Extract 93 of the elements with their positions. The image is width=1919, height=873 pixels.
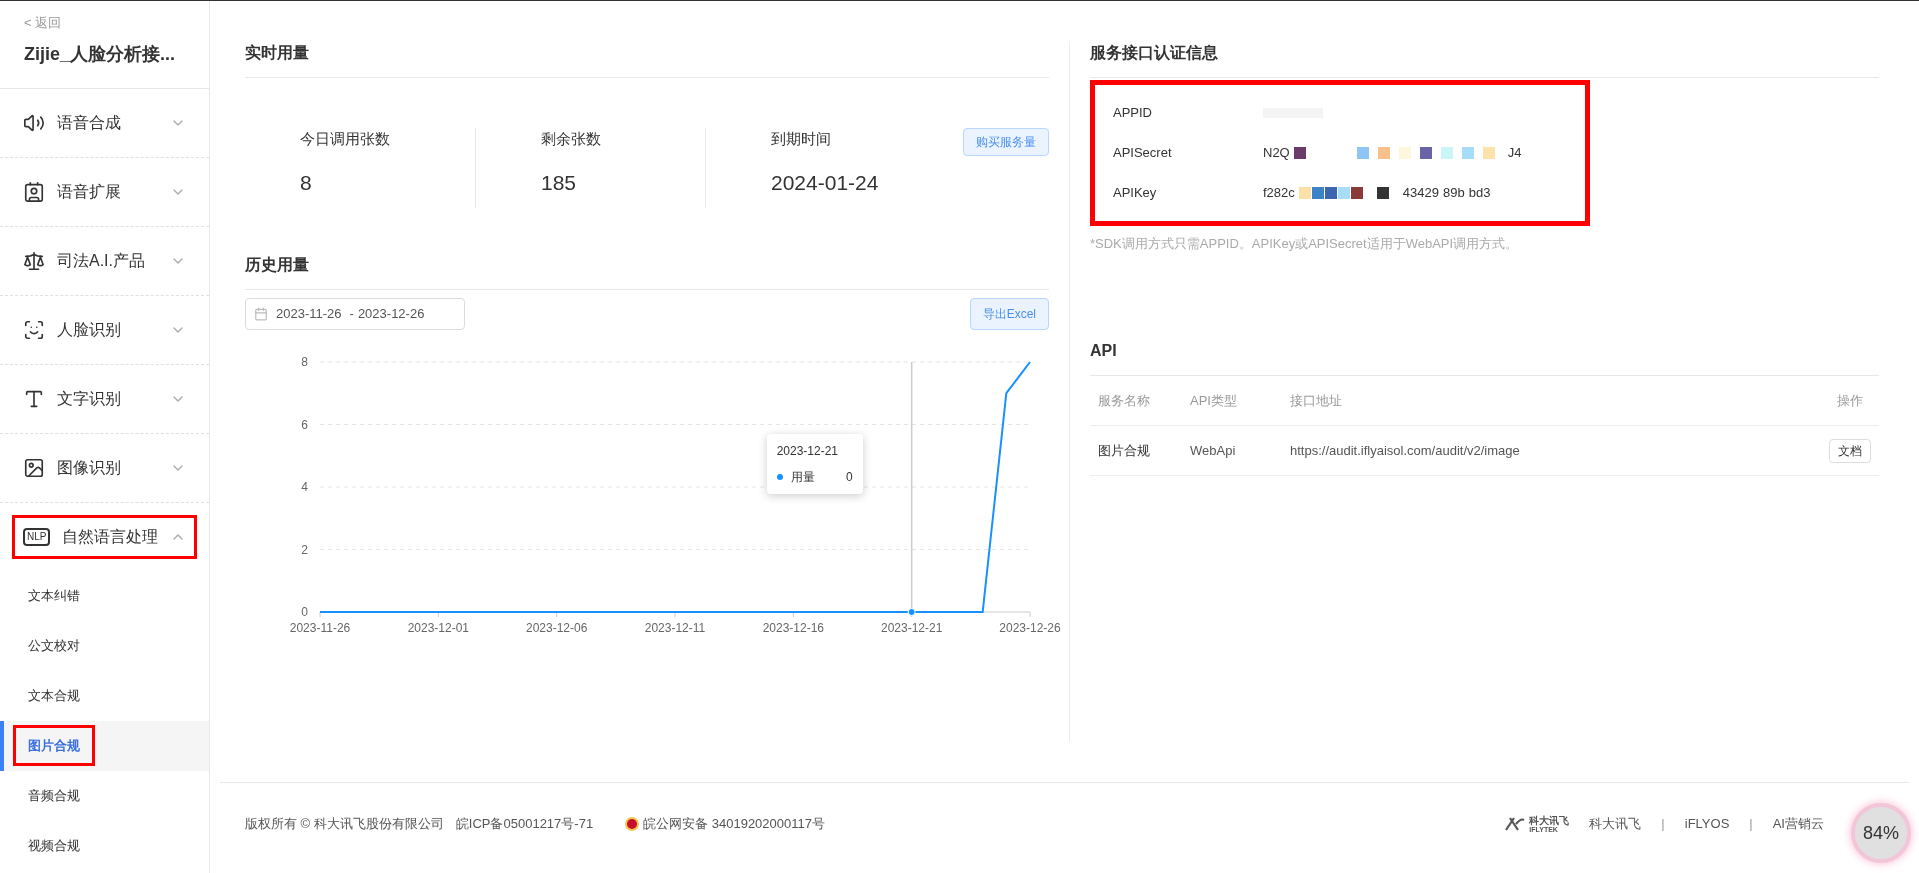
column-header: API类型 (1190, 375, 1290, 426)
calendar-icon (254, 307, 268, 321)
submenu-label: 音频合规 (27, 786, 81, 805)
y-tick-label: 8 (301, 355, 308, 369)
link-separator: | (1749, 815, 1753, 834)
submenu-item[interactable]: 公文校对 (0, 620, 209, 671)
tooltip-value: 0 (845, 469, 853, 486)
date-end: 2023-12-26 (357, 305, 425, 324)
tooltip-series: 用量 (790, 469, 815, 486)
date-separator: - (349, 305, 354, 324)
credential-value-start: N2Q (1263, 144, 1290, 163)
stat-label: 今日调用张数 (300, 129, 391, 149)
credential-label: APPID (1113, 104, 1153, 123)
image-icon (23, 456, 45, 479)
x-tick-label: 2023-12-01 (407, 621, 470, 635)
submenu-item[interactable]: 视频合规 (0, 820, 209, 871)
stat-label: 剩余张数 (541, 129, 602, 149)
menu-group-label: 图像识别 (57, 457, 121, 478)
x-tick-label: 2023-12-16 (762, 621, 825, 635)
app-title: Zijie_人脸分析接... (24, 42, 177, 66)
contact-card-icon (23, 180, 45, 203)
table-cell: https://audit.iflyaisol.com/audit/v2/image (1290, 425, 1774, 476)
date-range-field[interactable]: 2023-11-26 - 2023-12-26 (245, 298, 465, 330)
logo-mark-icon (1505, 817, 1526, 831)
stat-value: 2024-01-24 (771, 169, 880, 196)
footer-link[interactable]: iFLYOS (1684, 814, 1730, 834)
menu-group-label: 文字识别 (57, 388, 121, 409)
hover-point (907, 608, 916, 616)
logo-text: 科大讯飞 (1529, 815, 1570, 826)
credential-value-part: bd3 (1468, 184, 1491, 203)
menu-group-label: 语音扩展 (57, 181, 121, 202)
submenu-label: 文本合规 (27, 686, 81, 705)
x-tick-label: 2023-12-06 (525, 621, 588, 635)
y-tick-label: 4 (301, 480, 308, 494)
link-separator: | (1661, 815, 1665, 834)
menu-group-label: 司法A.I.产品 (57, 250, 145, 271)
credential-value-part: J4 (1507, 144, 1522, 163)
submenu-label: 视频合规 (27, 836, 81, 855)
credential-value-part: 89b (1442, 184, 1465, 203)
menu-group[interactable]: 文字识别 (12, 376, 197, 421)
section-title: 实时用量 (245, 41, 1049, 78)
x-tick-label: 2023-12-26 (999, 621, 1061, 635)
submenu-label: 文本纠错 (27, 586, 81, 605)
submenu-item[interactable]: 文本合规 (0, 670, 209, 721)
x-tick-label: 2023-12-21 (880, 621, 943, 635)
face-scan-icon (23, 318, 45, 341)
scale-icon (23, 249, 45, 272)
y-tick-label: 0 (301, 605, 308, 619)
footer-link[interactable]: AI营销云 (1772, 814, 1824, 834)
progress-badge[interactable]: 84% (1851, 803, 1911, 863)
stat-label: 到期时间 (771, 129, 832, 149)
submenu-item[interactable]: 音频合规 (0, 770, 209, 821)
police-record-text: 皖公网安备 34019202000117号 (643, 815, 825, 834)
section-title: 历史用量 (245, 253, 1049, 290)
table-cell: 图片合规 (1090, 425, 1190, 476)
submenu-label: 公文校对 (27, 636, 81, 655)
stat-value: 185 (541, 169, 578, 196)
column-header: 操作 (1773, 375, 1879, 426)
footer-link[interactable]: 科大讯飞 (1589, 814, 1642, 834)
section-title: 服务接口认证信息 (1090, 41, 1879, 78)
table-cell: WebApi (1190, 425, 1290, 476)
submenu-item[interactable]: 图片合规 (0, 720, 209, 771)
menu-group-label: 语音合成 (57, 112, 121, 133)
nlp-icon: NLP (23, 527, 51, 546)
stat-value: 8 (300, 169, 313, 196)
column-header: 服务名称 (1090, 375, 1190, 426)
menu-group-label: 人脸识别 (57, 319, 121, 340)
menu-group[interactable]: 图像识别 (12, 445, 197, 490)
column-header: 接口地址 (1290, 375, 1774, 426)
submenu-item[interactable]: 文本纠错 (0, 570, 209, 621)
credential-label: APISecret (1113, 144, 1173, 163)
police-badge-icon (625, 817, 640, 831)
y-tick-label: 6 (301, 417, 308, 432)
menu-group[interactable]: 语音合成 (12, 100, 197, 145)
credential-value-part: 43429 (1402, 184, 1439, 203)
y-tick-label: 2 (301, 542, 308, 557)
submenu-label: 图片合规 (13, 724, 95, 767)
copyright-text: 版权所有 © 科大讯飞股份有限公司 (245, 815, 444, 834)
credentials-note: *SDK调用方式只需APPID。APIKey或APISecret适用于WebAPI调用方式。 (1090, 235, 1520, 253)
credential-value-start: f282c (1263, 184, 1295, 203)
icp-text: 皖ICP备05001217号-71 (455, 815, 594, 834)
menu-group[interactable]: 人脸识别 (12, 307, 197, 352)
credential-label: APIKey (1113, 184, 1158, 203)
x-tick-label: 2023-11-26 (289, 621, 351, 635)
menu-group[interactable]: 司法A.I.产品 (12, 238, 197, 283)
tooltip-date: 2023-12-21 (776, 443, 840, 460)
x-tick-label: 2023-12-11 (644, 621, 706, 635)
menu-group-label: 自然语言处理 (62, 526, 159, 547)
section-title: API (1090, 338, 1879, 376)
menu-group[interactable]: NLP 自然语言处理 (12, 514, 197, 559)
date-start: 2023-11-26 (276, 305, 342, 324)
docs-button[interactable]: 文档 (1829, 438, 1871, 463)
menu-group[interactable]: 语音扩展 (12, 169, 197, 214)
